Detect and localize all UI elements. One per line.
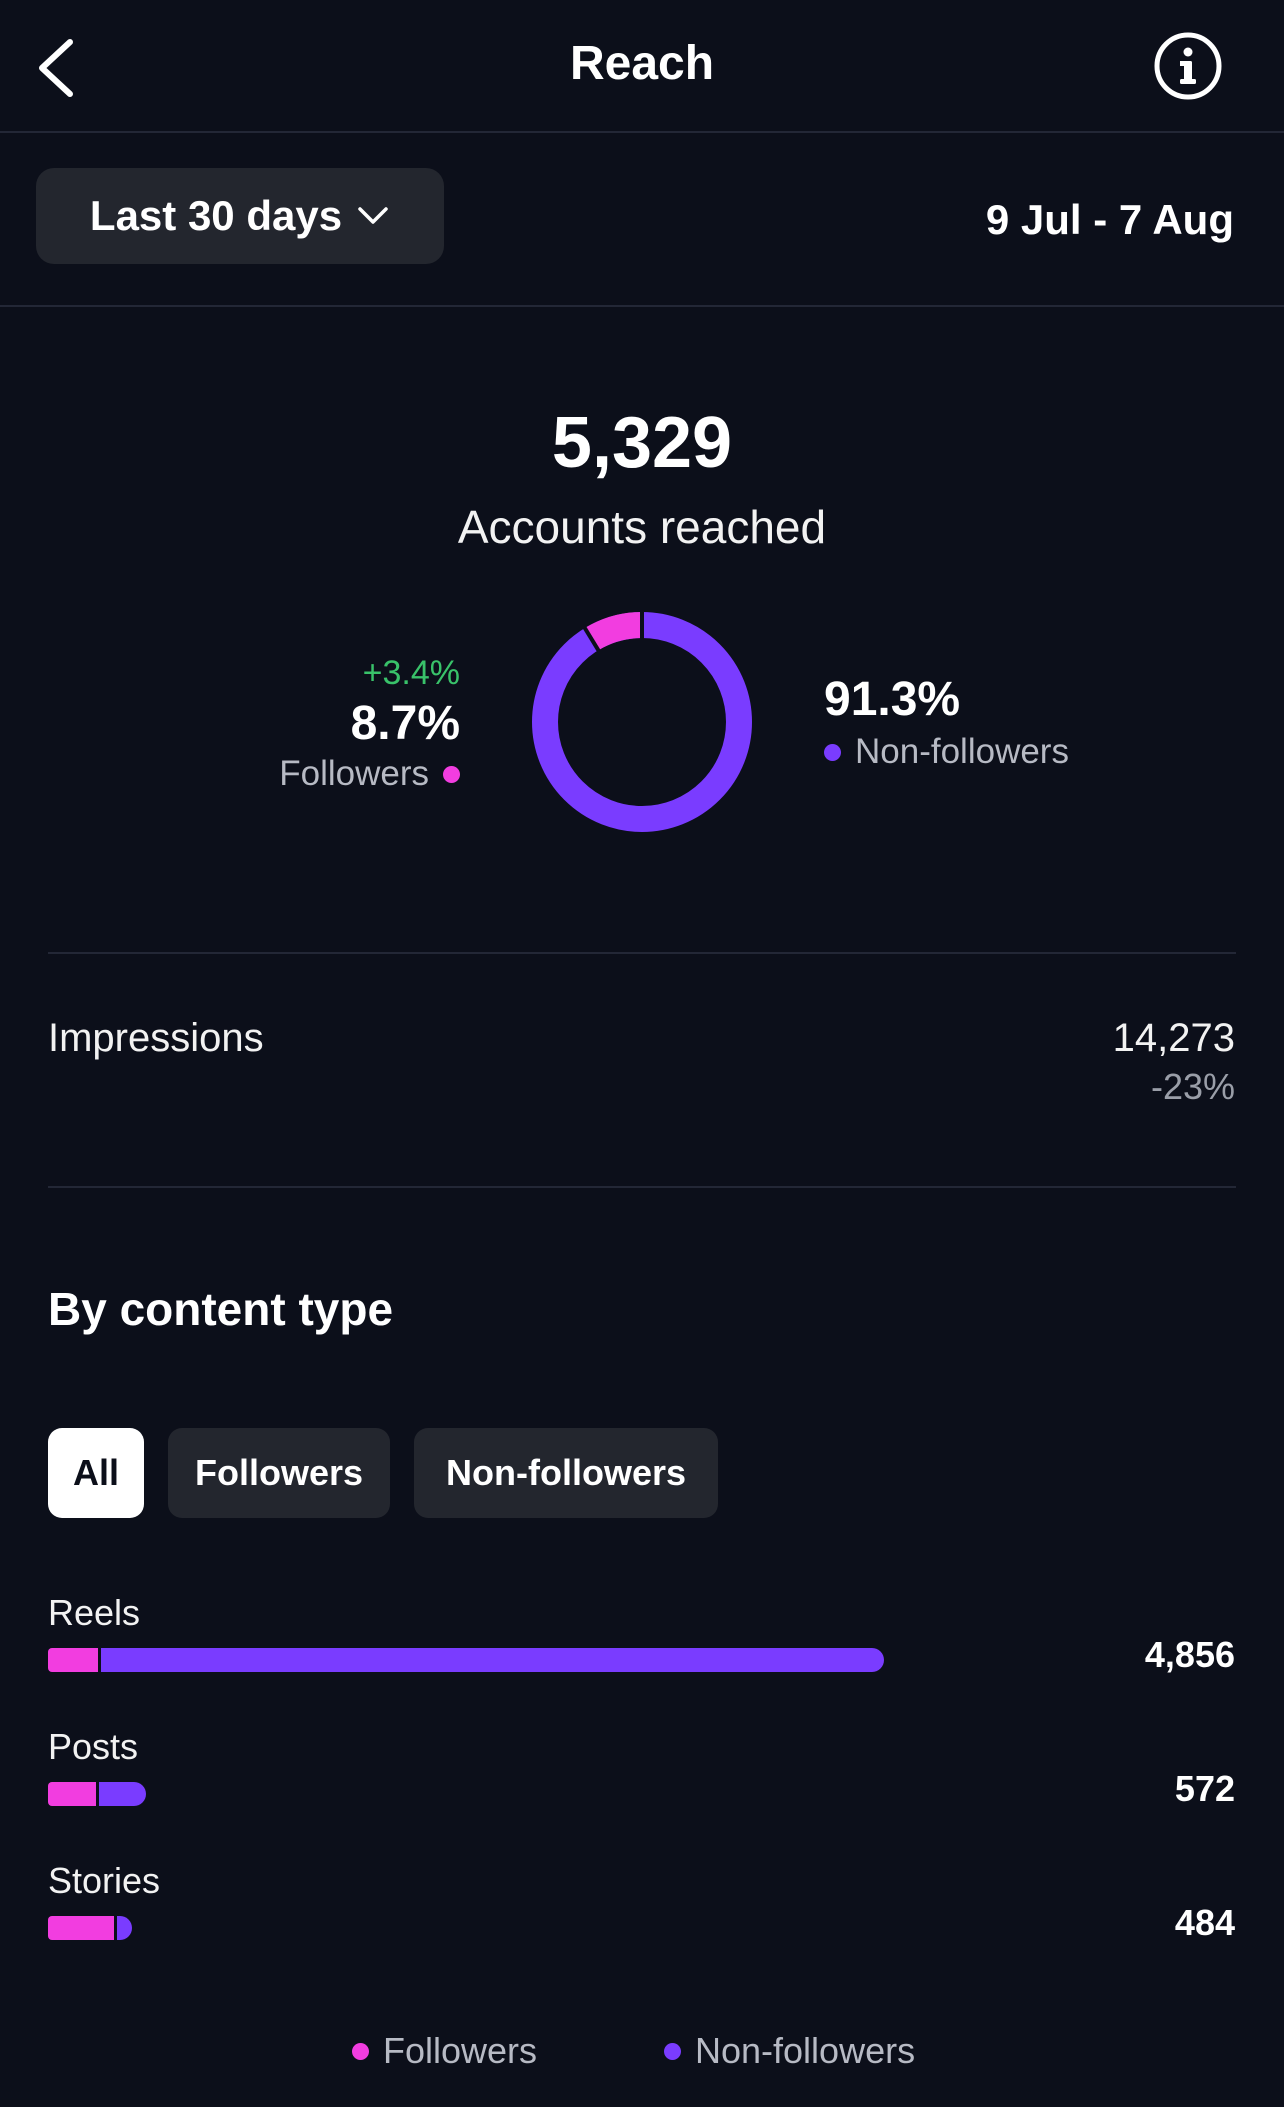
row-value-posts: 572 — [1174, 1768, 1235, 1809]
followers-change: +3.4% — [362, 654, 460, 692]
date-range-dropdown[interactable]: Last 30 days — [36, 168, 444, 264]
bar-segment-followers — [48, 1916, 115, 1940]
reach-donut-chart — [532, 612, 752, 832]
bar-posts — [48, 1782, 147, 1806]
page-title: Reach — [569, 37, 715, 90]
info-button[interactable] — [1152, 30, 1224, 102]
bar-stories — [48, 1916, 132, 1940]
followers-dot-icon — [352, 2042, 369, 2060]
chevron-down-icon — [358, 207, 388, 224]
tab-non-followers[interactable]: Non-followers — [414, 1428, 718, 1518]
row-value-stories: 484 — [1174, 1902, 1235, 1943]
row-value-reels: 4,856 — [1144, 1634, 1235, 1675]
legend-followers-label: Followers — [383, 2030, 538, 2071]
accounts-reached-value: 5,329 — [551, 403, 733, 483]
non-followers-dot-icon — [824, 743, 841, 761]
non-followers-legend: Non-followers — [824, 732, 1069, 772]
followers-label: Followers — [279, 754, 429, 793]
legend-followers: Followers — [352, 2030, 537, 2072]
non-followers-percent: 91.3% — [824, 673, 961, 726]
tab-all[interactable]: All — [48, 1428, 144, 1518]
row-label-reels: Reels — [48, 1592, 141, 1633]
bar-reels — [48, 1648, 884, 1672]
non-followers-label: Non-followers — [855, 732, 1069, 771]
tab-followers[interactable]: Followers — [168, 1428, 390, 1518]
donut-slice-non-followers — [532, 612, 752, 832]
row-label-posts: Posts — [48, 1726, 139, 1767]
accounts-reached-label: Accounts reached — [457, 501, 827, 553]
bar-segment-followers — [48, 1782, 97, 1806]
bar-segment-non-followers — [101, 1648, 884, 1672]
date-range-dropdown-label: Last 30 days — [89, 192, 343, 239]
impressions-label: Impressions — [48, 1016, 264, 1060]
legend-non-followers-label: Non-followers — [695, 2030, 916, 2071]
non-followers-dot-icon — [664, 2042, 681, 2060]
bar-segment-followers — [48, 1648, 99, 1672]
impressions-change: -23% — [1150, 1066, 1235, 1107]
content-type-title: By content type — [48, 1283, 394, 1335]
followers-percent: 8.7% — [350, 697, 460, 750]
date-range-text: 9 Jul - 7 Aug — [985, 196, 1234, 243]
bar-segment-non-followers — [99, 1782, 147, 1806]
followers-legend: Followers — [279, 754, 460, 794]
followers-dot-icon — [443, 765, 460, 783]
impressions-divider — [48, 1186, 1236, 1188]
legend-non-followers: Non-followers — [664, 2030, 915, 2072]
impressions-value: 14,273 — [1112, 1016, 1235, 1060]
bar-segment-non-followers — [117, 1916, 132, 1940]
header-divider — [0, 131, 1284, 133]
filter-divider — [0, 305, 1284, 307]
info-icon — [1154, 32, 1222, 100]
summary-divider — [48, 952, 1236, 954]
row-label-stories: Stories — [48, 1860, 161, 1901]
